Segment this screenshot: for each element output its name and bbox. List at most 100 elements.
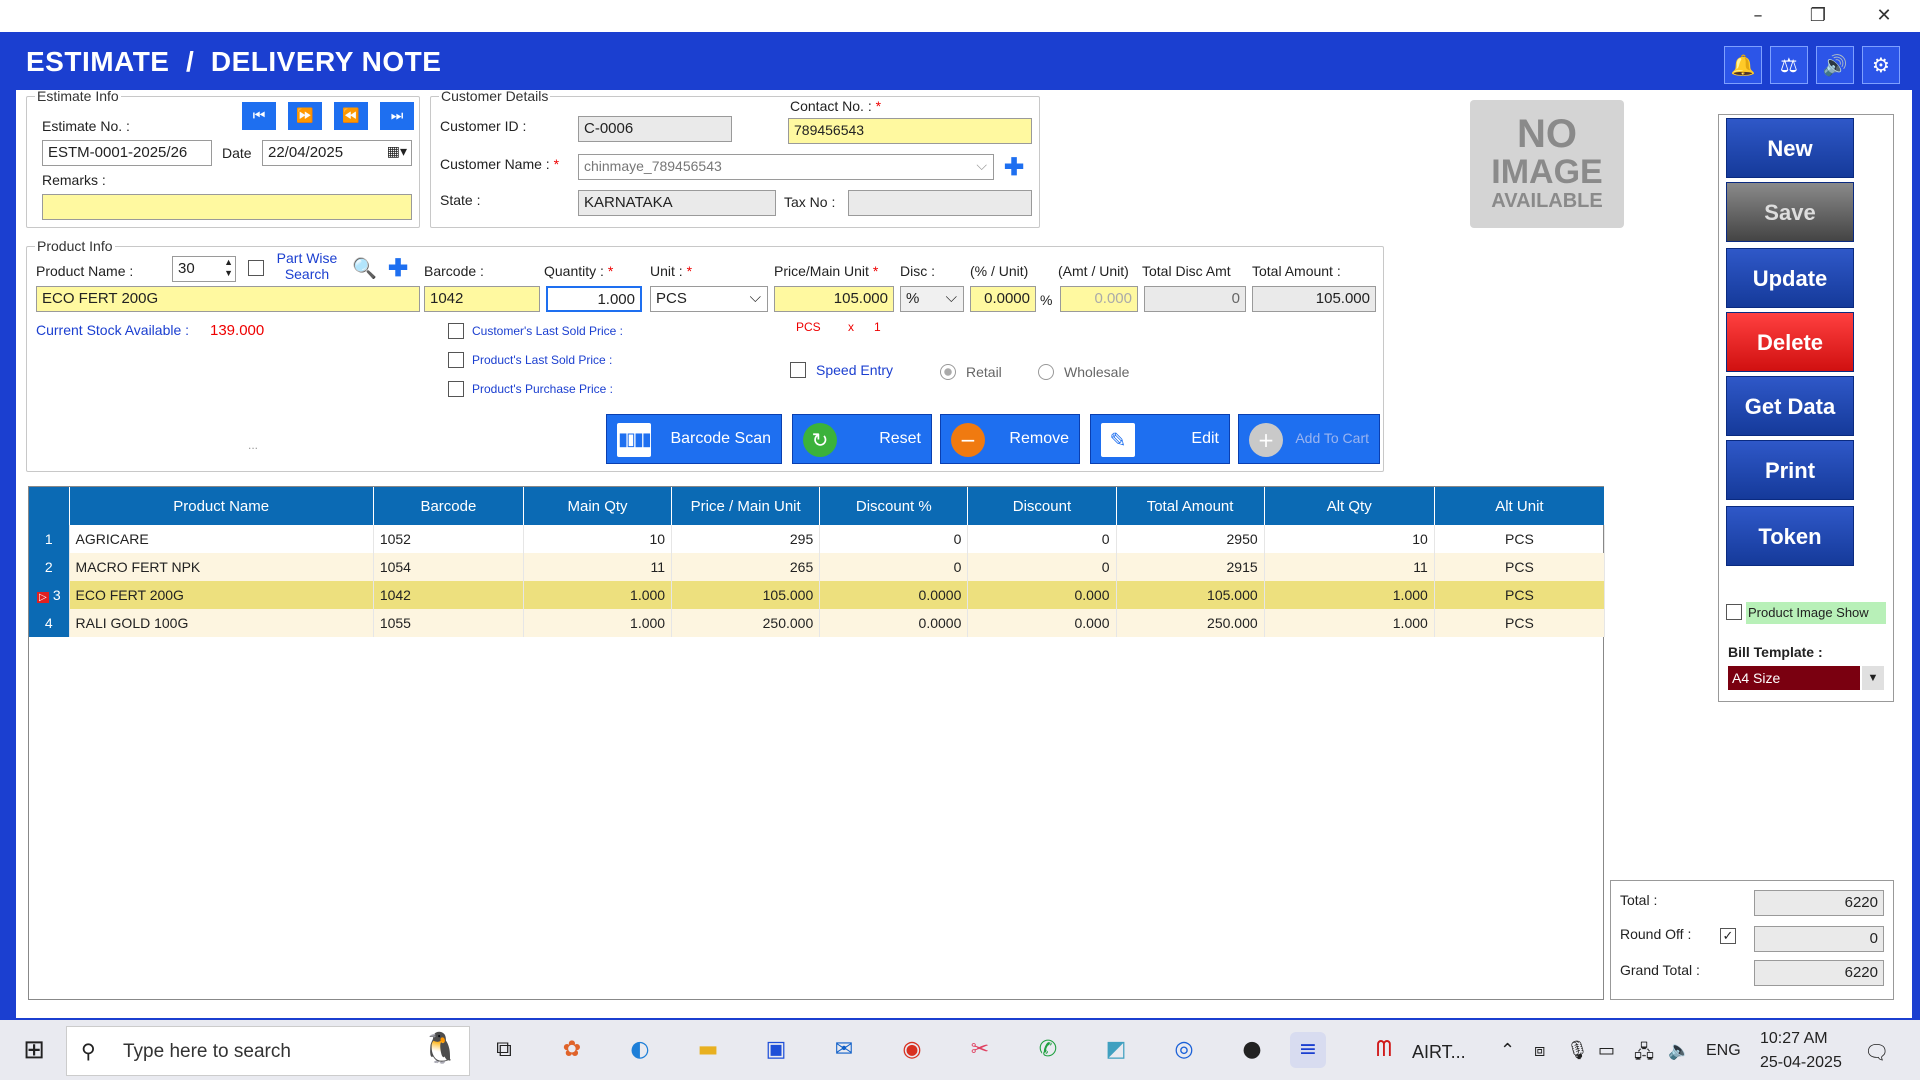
restore-icon[interactable]: ❐ [1796, 2, 1840, 30]
display-icon[interactable]: ▭ [1598, 1040, 1615, 1061]
network-icon[interactable]: 🖧 [1634, 1040, 1654, 1070]
table-row[interactable]: 2 MACRO FERT NPK 1054 11 265 0 0 2915 11… [29, 553, 1606, 581]
bill-template-select[interactable]: A4 Size [1728, 666, 1860, 690]
barcode-field[interactable]: 1042 [424, 286, 540, 312]
delete-button[interactable]: Delete [1726, 312, 1854, 372]
microphone-icon[interactable]: 🎙 [1566, 1040, 1589, 1061]
notifications-icon[interactable]: 🗨 [1864, 1040, 1889, 1064]
amt-unit-label: (Amt / Unit) [1058, 263, 1129, 279]
speaker-icon[interactable]: 🔊 [1816, 46, 1854, 84]
product-count-stepper[interactable]: 30 ▲ ▼ [172, 256, 236, 282]
update-button[interactable]: Update [1726, 248, 1854, 308]
customer-last-price-checkbox[interactable] [448, 323, 464, 339]
clock-time[interactable]: 10:27 AM [1760, 1030, 1828, 1048]
retail-radio[interactable] [940, 364, 956, 380]
part-wise-search-checkbox[interactable] [248, 260, 264, 276]
close-icon[interactable]: ✕ [1862, 2, 1906, 30]
round-off-label: Round Off : [1620, 926, 1692, 942]
date-field[interactable]: 22/04/2025 ▦▾ [262, 140, 412, 166]
col-price-main-unit[interactable]: Price / Main Unit [671, 487, 821, 525]
unit-select[interactable]: PCS ⌵ [650, 286, 768, 312]
col-alt-unit[interactable]: Alt Unit [1434, 487, 1606, 525]
cell-product-name: MACRO FERT NPK [69, 553, 374, 581]
col-total-amount[interactable]: Total Amount [1116, 487, 1265, 525]
task-view-icon[interactable]: ⧉ [486, 1032, 522, 1068]
file-explorer-icon[interactable]: ▬ [690, 1032, 726, 1068]
language-indicator[interactable]: ENG [1706, 1042, 1741, 1060]
col-alt-qty[interactable]: Alt Qty [1264, 487, 1435, 525]
table-row[interactable]: 1 AGRICARE 1052 10 295 0 0 2950 10 PCS [29, 525, 1606, 553]
col-product-name[interactable]: Product Name [69, 487, 374, 525]
app-dark-icon[interactable]: ● [1234, 1032, 1270, 1068]
col-discount-percent[interactable]: Discount % [819, 487, 969, 525]
round-off-field[interactable]: 0 [1754, 926, 1884, 952]
tax-no-field[interactable] [848, 190, 1032, 216]
product-last-price-checkbox[interactable] [448, 352, 464, 368]
app-icon[interactable]: ◩ [1098, 1032, 1134, 1068]
remove-button[interactable]: − Remove [940, 414, 1080, 464]
product-name-field[interactable]: ECO FERT 200G [36, 286, 420, 312]
edit-button[interactable]: ✎ Edit [1090, 414, 1230, 464]
reset-button[interactable]: ↻ Reset [792, 414, 932, 464]
col-barcode[interactable]: Barcode [373, 487, 524, 525]
snipping-tool-icon[interactable]: ✂ [962, 1032, 998, 1068]
table-row-selected[interactable]: ▷ 3 ECO FERT 200G 1042 1.000 105.000 0.00… [29, 581, 1606, 609]
disc-amount-field[interactable]: 0.000 [1060, 286, 1138, 312]
add-customer-icon[interactable]: ✚ [1004, 156, 1024, 180]
customer-id-field[interactable]: C-0006 [578, 116, 732, 142]
col-main-qty[interactable]: Main Qty [523, 487, 673, 525]
bell-icon[interactable]: 🔔 [1724, 46, 1762, 84]
search-icon[interactable]: 🔍 [352, 256, 377, 280]
add-product-icon[interactable]: ✚ [388, 254, 408, 283]
col-discount[interactable]: Discount [967, 487, 1117, 525]
stepper-arrows-icon[interactable]: ▲ ▼ [224, 257, 233, 279]
estimate-no-field[interactable]: ESTM-0001-2025/26 [42, 140, 212, 166]
save-button[interactable]: Save [1726, 182, 1854, 242]
airtel-icon[interactable]: ᗰ [1366, 1032, 1402, 1068]
taskbar-search-box[interactable]: ⚲ Type here to search 🐧 [66, 1026, 470, 1076]
get-data-button[interactable]: Get Data [1726, 376, 1854, 436]
print-button[interactable]: Print [1726, 440, 1854, 500]
whatsapp-icon[interactable]: ✆ [1030, 1032, 1066, 1068]
volume-icon[interactable]: 🔈 [1668, 1040, 1690, 1061]
new-button[interactable]: New [1726, 118, 1854, 178]
state-field[interactable]: KARNATAKA [578, 190, 776, 216]
product-image-show-checkbox[interactable] [1726, 604, 1742, 620]
quantity-field[interactable]: 1.000 [546, 286, 642, 312]
speed-entry-checkbox[interactable] [790, 362, 806, 378]
customer-name-field[interactable]: chinmaye_789456543 ⌵ [578, 154, 994, 180]
table-row[interactable]: 4 RALI GOLD 100G 1055 1.000 250.000 0.00… [29, 609, 1606, 637]
messenger-icon[interactable]: ◎ [1166, 1032, 1202, 1068]
chevron-down-icon[interactable]: ▼ [1862, 666, 1884, 690]
gear-icon[interactable]: ⚙ [1862, 46, 1900, 84]
clock-date[interactable]: 25-04-2025 [1760, 1054, 1842, 1072]
outlook-icon[interactable]: ✉ [826, 1032, 862, 1068]
calendar-icon[interactable]: ▦▾ [387, 143, 407, 160]
contact-no-field[interactable]: 789456543 [788, 118, 1032, 144]
barcode-icon: ▮▯▮▮ [617, 423, 652, 457]
barcode-scan-button[interactable]: ▮▯▮▮ Barcode Scan [606, 414, 782, 464]
edge-icon[interactable]: ◐ [622, 1032, 658, 1068]
scale-icon[interactable]: ⚖ [1770, 46, 1808, 84]
price-field[interactable]: 105.000 [774, 286, 894, 312]
windows-start-icon[interactable]: ⊞ [16, 1032, 52, 1068]
copilot-icon[interactable]: ✿ [554, 1032, 590, 1068]
store-icon[interactable]: ▣ [758, 1032, 794, 1068]
billing-app-icon[interactable]: ≡ [1290, 1032, 1326, 1068]
first-record-icon[interactable]: ⏮ [242, 102, 276, 130]
last-record-icon[interactable]: ⏭ [380, 102, 414, 130]
add-to-cart-button[interactable]: + Add To Cart [1238, 414, 1380, 464]
minimize-icon[interactable]: – [1736, 2, 1780, 30]
token-button[interactable]: Token [1726, 506, 1854, 566]
previous-record-icon[interactable]: ⏪ [334, 102, 368, 130]
wholesale-radio[interactable] [1038, 364, 1054, 380]
disc-percent-field[interactable]: 0.0000 [970, 286, 1036, 312]
remarks-field[interactable] [42, 194, 412, 220]
chrome-icon[interactable]: ◉ [894, 1032, 930, 1068]
round-off-checkbox[interactable]: ✓ [1720, 928, 1736, 944]
meet-now-icon[interactable]: ⧈ [1534, 1040, 1545, 1061]
next-record-icon[interactable]: ⏩ [288, 102, 322, 130]
tray-chevron-icon[interactable]: ⌃ [1500, 1040, 1515, 1061]
disc-type-select[interactable]: % ⌵ [900, 286, 964, 312]
purchase-price-checkbox[interactable] [448, 381, 464, 397]
